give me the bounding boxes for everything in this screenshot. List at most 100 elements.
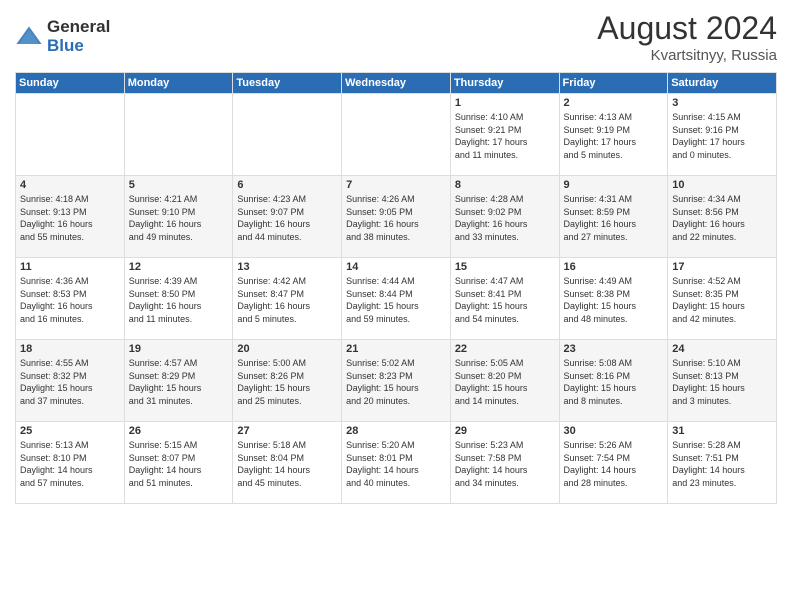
cell-content: Sunrise: 4:44 AM Sunset: 8:44 PM Dayligh… (346, 275, 446, 325)
day-number: 15 (455, 261, 555, 273)
table-row: 4 Sunrise: 4:18 AM Sunset: 9:13 PM Daylig… (16, 176, 125, 258)
table-row: 15Sunrise: 4:47 AM Sunset: 8:41 PM Dayli… (450, 258, 559, 340)
calendar-page: General Blue August 2024 Kvartsitnyy, Ru… (0, 0, 792, 612)
cell-content: Sunrise: 4:39 AM Sunset: 8:50 PM Dayligh… (129, 275, 229, 325)
title-area: August 2024 Kvartsitnyy, Russia (597, 10, 777, 64)
cell-content: Sunrise: 5:20 AM Sunset: 8:01 PM Dayligh… (346, 439, 446, 489)
table-row: 29 Sunrise: 5:23 AM Sunset: 7:58 PM Dayli… (450, 422, 559, 504)
table-row: 13Sunrise: 4:42 AM Sunset: 8:47 PM Dayli… (233, 258, 342, 340)
day-number: 9 (564, 179, 664, 191)
table-row: 30 Sunrise: 5:26 AM Sunset: 7:54 PM Dayli… (559, 422, 668, 504)
col-friday: Friday (559, 73, 668, 94)
cell-content: Sunrise: 4:10 AM Sunset: 9:21 PM Dayligh… (455, 111, 555, 161)
col-saturday: Saturday (668, 73, 777, 94)
day-number: 23 (564, 343, 664, 355)
day-number: 29 (455, 425, 555, 437)
day-number: 19 (129, 343, 229, 355)
cell-content: Sunrise: 4:57 AM Sunset: 8:29 PM Dayligh… (129, 357, 229, 407)
cell-content: Sunrise: 4:28 AM Sunset: 9:02 PM Dayligh… (455, 193, 555, 243)
day-number: 20 (237, 343, 337, 355)
cell-content: Sunrise: 5:23 AM Sunset: 7:58 PM Dayligh… (455, 439, 555, 489)
cell-content: Sunrise: 4:21 AM Sunset: 9:10 PM Dayligh… (129, 193, 229, 243)
col-wednesday: Wednesday (342, 73, 451, 94)
day-number: 12 (129, 261, 229, 273)
table-row: 11 Sunrise: 4:36 AM Sunset: 8:53 PM Dayli… (16, 258, 125, 340)
cell-content: Sunrise: 5:13 AM Sunset: 8:10 PM Dayligh… (20, 439, 120, 489)
day-number: 22 (455, 343, 555, 355)
logo-blue-text: Blue (47, 37, 110, 56)
day-number: 1 (455, 97, 555, 109)
cell-content: Sunrise: 4:36 AM Sunset: 8:53 PM Dayligh… (20, 275, 120, 325)
cell-content: Sunrise: 4:18 AM Sunset: 9:13 PM Dayligh… (20, 193, 120, 243)
cell-content: Sunrise: 4:55 AM Sunset: 8:32 PM Dayligh… (20, 357, 120, 407)
day-number: 18 (20, 343, 120, 355)
day-number: 4 (20, 179, 120, 191)
cell-content: Sunrise: 4:15 AM Sunset: 9:16 PM Dayligh… (672, 111, 772, 161)
table-row: 31 Sunrise: 5:28 AM Sunset: 7:51 PM Dayli… (668, 422, 777, 504)
table-row: 10 Sunrise: 4:34 AM Sunset: 8:56 PM Dayli… (668, 176, 777, 258)
day-number: 7 (346, 179, 446, 191)
table-row: 7 Sunrise: 4:26 AM Sunset: 9:05 PM Daylig… (342, 176, 451, 258)
table-row (233, 94, 342, 176)
table-row (124, 94, 233, 176)
calendar-table: Sunday Monday Tuesday Wednesday Thursday… (15, 72, 777, 504)
day-number: 2 (564, 97, 664, 109)
cell-content: Sunrise: 4:13 AM Sunset: 9:19 PM Dayligh… (564, 111, 664, 161)
table-row: 6 Sunrise: 4:23 AM Sunset: 9:07 PM Daylig… (233, 176, 342, 258)
cell-content: Sunrise: 5:10 AM Sunset: 8:13 PM Dayligh… (672, 357, 772, 407)
table-row (342, 94, 451, 176)
table-row: 17 Sunrise: 4:52 AM Sunset: 8:35 PM Dayli… (668, 258, 777, 340)
day-number: 5 (129, 179, 229, 191)
day-number: 24 (672, 343, 772, 355)
cell-content: Sunrise: 4:26 AM Sunset: 9:05 PM Dayligh… (346, 193, 446, 243)
cell-content: Sunrise: 5:18 AM Sunset: 8:04 PM Dayligh… (237, 439, 337, 489)
logo-general-text: General (47, 18, 110, 37)
calendar-week-2: 4 Sunrise: 4:18 AM Sunset: 9:13 PM Daylig… (16, 176, 777, 258)
col-tuesday: Tuesday (233, 73, 342, 94)
day-number: 11 (20, 261, 120, 273)
day-number: 30 (564, 425, 664, 437)
cell-content: Sunrise: 5:28 AM Sunset: 7:51 PM Dayligh… (672, 439, 772, 489)
month-year-title: August 2024 (597, 10, 777, 47)
day-number: 10 (672, 179, 772, 191)
table-row: 12 Sunrise: 4:39 AM Sunset: 8:50 PM Dayli… (124, 258, 233, 340)
table-row: 3Sunrise: 4:15 AM Sunset: 9:16 PM Daylig… (668, 94, 777, 176)
calendar-header-row: Sunday Monday Tuesday Wednesday Thursday… (16, 73, 777, 94)
calendar-week-5: 25Sunrise: 5:13 AM Sunset: 8:10 PM Dayli… (16, 422, 777, 504)
table-row: 9 Sunrise: 4:31 AM Sunset: 8:59 PM Daylig… (559, 176, 668, 258)
col-thursday: Thursday (450, 73, 559, 94)
table-row: 21Sunrise: 5:02 AM Sunset: 8:23 PM Dayli… (342, 340, 451, 422)
table-row: 23 Sunrise: 5:08 AM Sunset: 8:16 PM Dayli… (559, 340, 668, 422)
cell-content: Sunrise: 4:23 AM Sunset: 9:07 PM Dayligh… (237, 193, 337, 243)
col-monday: Monday (124, 73, 233, 94)
table-row: 26 Sunrise: 5:15 AM Sunset: 8:07 PM Dayli… (124, 422, 233, 504)
table-row: 19 Sunrise: 4:57 AM Sunset: 8:29 PM Dayli… (124, 340, 233, 422)
day-number: 16 (564, 261, 664, 273)
cell-content: Sunrise: 4:31 AM Sunset: 8:59 PM Dayligh… (564, 193, 664, 243)
logo-text: General Blue (47, 18, 110, 55)
day-number: 31 (672, 425, 772, 437)
table-row: 1 Sunrise: 4:10 AM Sunset: 9:21 PM Daylig… (450, 94, 559, 176)
cell-content: Sunrise: 5:26 AM Sunset: 7:54 PM Dayligh… (564, 439, 664, 489)
cell-content: Sunrise: 4:52 AM Sunset: 8:35 PM Dayligh… (672, 275, 772, 325)
table-row: 5 Sunrise: 4:21 AM Sunset: 9:10 PM Daylig… (124, 176, 233, 258)
cell-content: Sunrise: 5:15 AM Sunset: 8:07 PM Dayligh… (129, 439, 229, 489)
logo-icon (15, 23, 43, 51)
cell-content: Sunrise: 5:08 AM Sunset: 8:16 PM Dayligh… (564, 357, 664, 407)
calendar-week-1: 1 Sunrise: 4:10 AM Sunset: 9:21 PM Daylig… (16, 94, 777, 176)
col-sunday: Sunday (16, 73, 125, 94)
day-number: 14 (346, 261, 446, 273)
table-row (16, 94, 125, 176)
day-number: 26 (129, 425, 229, 437)
cell-content: Sunrise: 5:02 AM Sunset: 8:23 PM Dayligh… (346, 357, 446, 407)
day-number: 27 (237, 425, 337, 437)
day-number: 17 (672, 261, 772, 273)
day-number: 28 (346, 425, 446, 437)
calendar-week-4: 18 Sunrise: 4:55 AM Sunset: 8:32 PM Dayli… (16, 340, 777, 422)
table-row: 28 Sunrise: 5:20 AM Sunset: 8:01 PM Dayli… (342, 422, 451, 504)
day-number: 6 (237, 179, 337, 191)
cell-content: Sunrise: 5:00 AM Sunset: 8:26 PM Dayligh… (237, 357, 337, 407)
table-row: 27 Sunrise: 5:18 AM Sunset: 8:04 PM Dayli… (233, 422, 342, 504)
day-number: 13 (237, 261, 337, 273)
cell-content: Sunrise: 4:34 AM Sunset: 8:56 PM Dayligh… (672, 193, 772, 243)
